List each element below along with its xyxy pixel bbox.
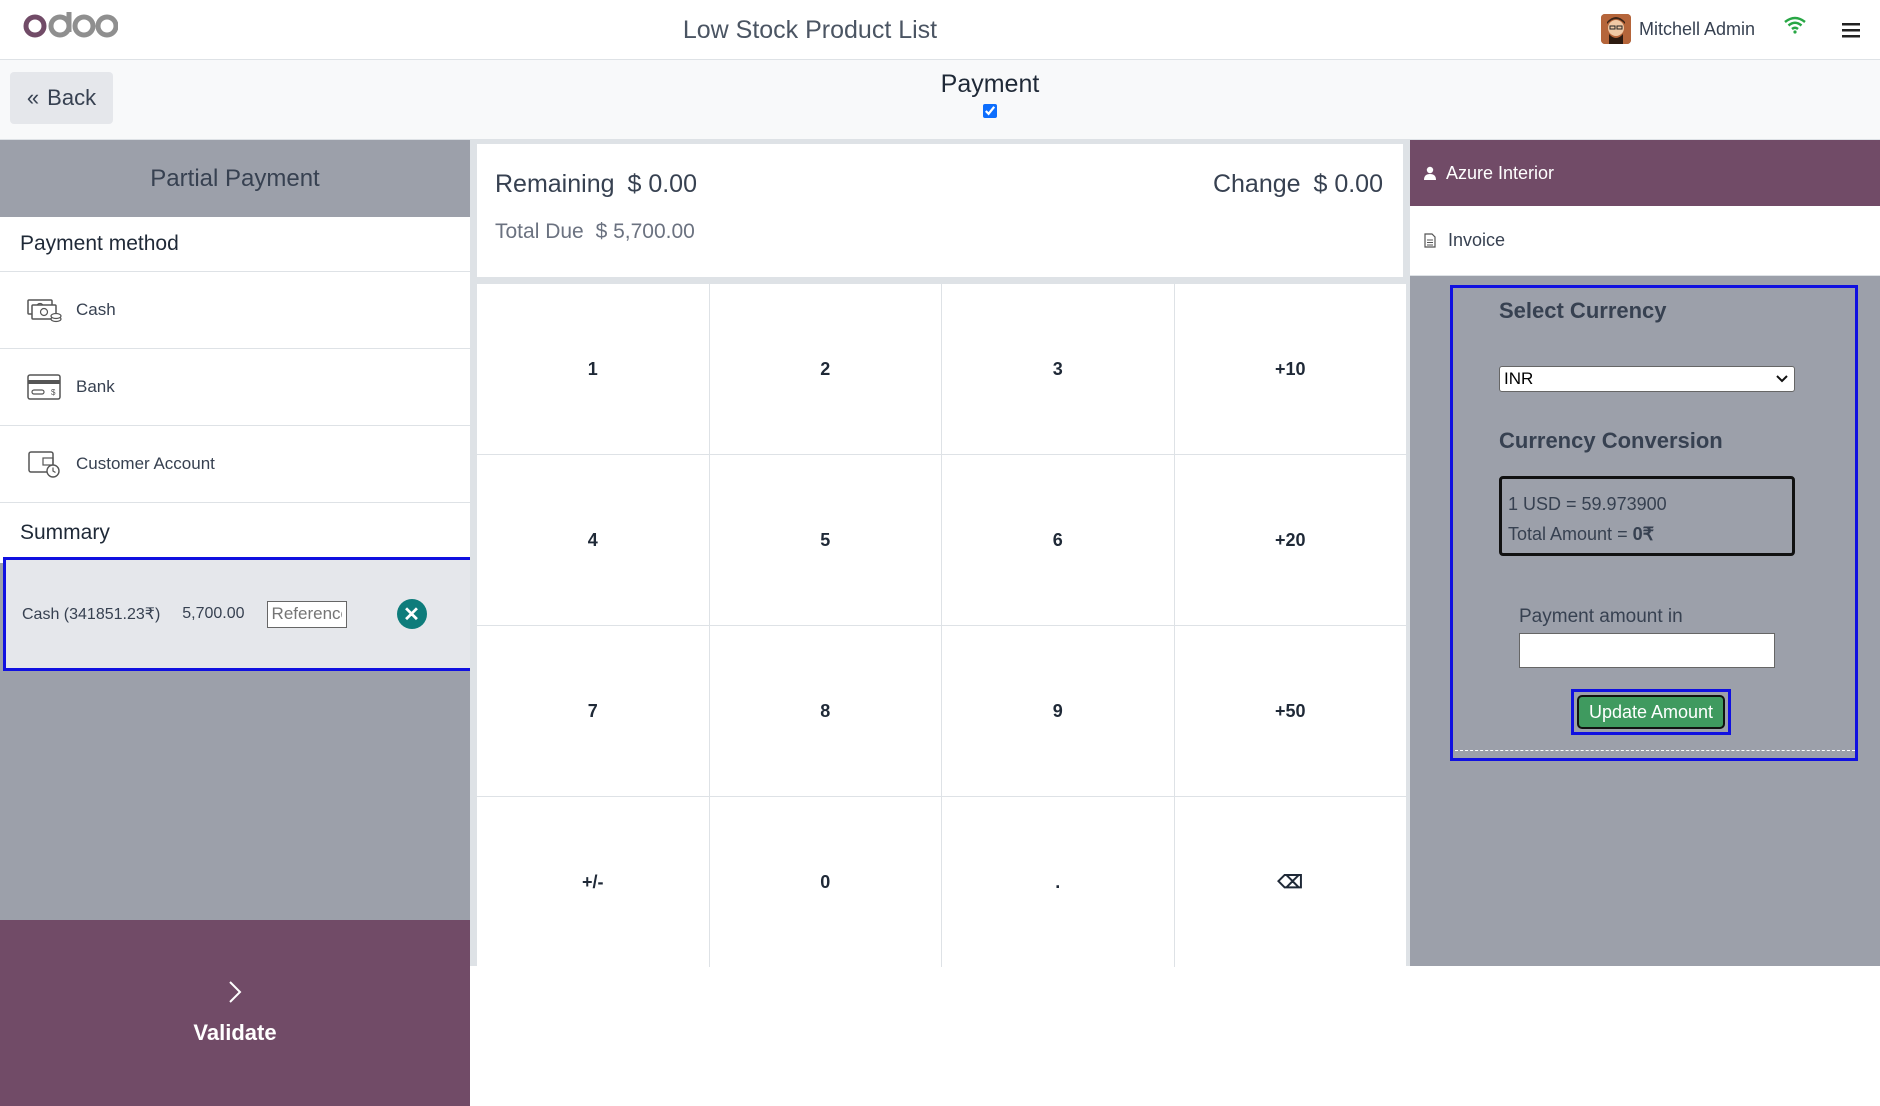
payment-status: Remaining $ 0.00 Change $ 0.00 Total Due… <box>477 144 1403 277</box>
validate-label: Validate <box>193 1020 277 1045</box>
payment-checkbox[interactable] <box>983 104 997 118</box>
remove-payment-line-icon[interactable]: ✕ <box>396 599 427 629</box>
customer-name: Azure Interior <box>1446 162 1555 183</box>
total-due: Total Due $ 5,700.00 <box>495 220 695 244</box>
wifi-icon <box>1784 16 1806 39</box>
numpad-key-plus20[interactable]: +20 <box>1174 455 1406 625</box>
numpad-key-7[interactable]: 7 <box>477 626 709 796</box>
payment-method-label: Customer Account <box>76 454 215 473</box>
validate-button[interactable]: Validate <box>0 920 470 1106</box>
payment-method-heading: Payment method <box>0 217 470 272</box>
left-panel: Partial Payment Payment method Cash $ Ba… <box>0 140 476 1106</box>
payment-methods: Payment method Cash $ Bank Customer Acco… <box>0 217 470 563</box>
chevron-right-icon <box>228 980 242 1010</box>
payment-amount-label: Payment amount in <box>1519 606 1683 627</box>
currency-converter: Select Currency INR Currency Conversion … <box>1450 285 1858 761</box>
backspace-icon[interactable]: ⌫ <box>1174 797 1406 967</box>
top-navbar: Low Stock Product List Mitchell Admin <box>0 0 1880 60</box>
bank-card-icon: $ <box>27 374 61 400</box>
payment-line-name: Cash (341851.23₹) <box>22 606 161 623</box>
total-due-label: Total Due <box>495 220 584 243</box>
numpad-key-decimal[interactable]: . <box>942 797 1174 967</box>
numpad-key-plus10[interactable]: +10 <box>1174 284 1406 454</box>
numpad-key-6[interactable]: 6 <box>942 455 1174 625</box>
total-amount-label: Total Amount = <box>1508 524 1633 544</box>
payment-line[interactable]: Cash (341851.23₹) 5,700.00 ✕ <box>3 557 476 671</box>
document-icon <box>1424 233 1436 248</box>
hamburger-menu-icon[interactable] <box>1842 18 1860 44</box>
numpad-key-sign[interactable]: +/- <box>477 797 709 967</box>
payment-header: « Back Payment <box>0 60 1880 140</box>
numpad-key-1[interactable]: 1 <box>477 284 709 454</box>
update-amount-button[interactable]: Update Amount <box>1577 695 1725 729</box>
currency-select-value: INR <box>1504 369 1534 388</box>
total-amount: Total Amount = 0₹ <box>1508 519 1786 549</box>
odoo-logo[interactable] <box>22 10 119 45</box>
exchange-rate: 1 USD = 59.973900 <box>1508 494 1667 514</box>
total-due-value: $ 5,700.00 <box>595 220 695 243</box>
currency-conversion-label: Currency Conversion <box>1499 428 1723 453</box>
customer-button[interactable]: Azure Interior <box>1410 140 1880 206</box>
user-icon <box>1424 166 1436 180</box>
change-label: Change <box>1212 170 1301 198</box>
center-panel: Remaining $ 0.00 Change $ 0.00 Total Due… <box>470 140 1410 967</box>
numpad-key-9[interactable]: 9 <box>942 626 1174 796</box>
numpad-key-plus50[interactable]: +50 <box>1174 626 1406 796</box>
conversion-box: 1 USD = 59.973900 Total Amount = 0₹ <box>1499 476 1795 556</box>
numpad-key-3[interactable]: 3 <box>942 284 1174 454</box>
numpad-key-0[interactable]: 0 <box>709 797 941 967</box>
numpad-key-8[interactable]: 8 <box>709 626 941 796</box>
back-button[interactable]: « Back <box>10 72 113 124</box>
numpad-key-2[interactable]: 2 <box>709 284 941 454</box>
numpad: 1 2 3 +10 4 5 6 +20 7 8 9 +50 +/- 0 . ⌫ <box>477 284 1406 967</box>
summary-heading: Summary <box>0 503 470 563</box>
user-menu[interactable]: Mitchell Admin <box>1601 14 1755 44</box>
back-label: Back <box>47 85 97 110</box>
payment-method-bank[interactable]: $ Bank <box>0 349 470 426</box>
remaining-label: Remaining <box>495 170 615 198</box>
change-amount: Change $ 0.00 <box>1213 170 1383 199</box>
payment-line-amount: 5,700.00 <box>182 605 245 622</box>
right-panel: Azure Interior Invoice Select Currency I… <box>1410 140 1880 966</box>
page-title: Low Stock Product List <box>682 16 938 44</box>
svg-text:$: $ <box>51 388 56 397</box>
change-value: $ 0.00 <box>1313 170 1383 198</box>
currency-select[interactable]: INR <box>1499 366 1795 392</box>
divider <box>1455 750 1855 751</box>
invoice-label: Invoice <box>1448 230 1506 250</box>
payment-method-label: Bank <box>76 377 115 396</box>
payment-amount-input[interactable] <box>1519 633 1775 668</box>
user-name: Mitchell Admin <box>1639 18 1756 39</box>
double-chevron-left-icon: « <box>26 85 40 110</box>
payment-method-customer-account[interactable]: Customer Account <box>0 426 470 503</box>
cash-icon <box>27 299 62 323</box>
invoice-toggle[interactable]: Invoice <box>1410 206 1880 276</box>
payment-method-cash[interactable]: Cash <box>0 272 470 349</box>
payment-reference-input[interactable] <box>266 600 347 628</box>
chevron-down-icon <box>1776 375 1788 383</box>
remaining-amount: Remaining $ 0.00 <box>495 170 697 199</box>
customer-account-icon <box>28 451 60 478</box>
remaining-value: $ 0.00 <box>627 170 697 198</box>
total-amount-value: 0₹ <box>1632 524 1655 544</box>
partial-payment-button[interactable]: Partial Payment <box>0 140 470 217</box>
select-currency-label: Select Currency <box>1499 298 1667 323</box>
payment-method-label: Cash <box>76 300 116 319</box>
update-amount-highlight: Update Amount <box>1571 689 1731 735</box>
avatar <box>1601 14 1631 44</box>
numpad-key-5[interactable]: 5 <box>709 455 941 625</box>
numpad-key-4[interactable]: 4 <box>477 455 709 625</box>
payment-title: Payment <box>940 70 1040 98</box>
